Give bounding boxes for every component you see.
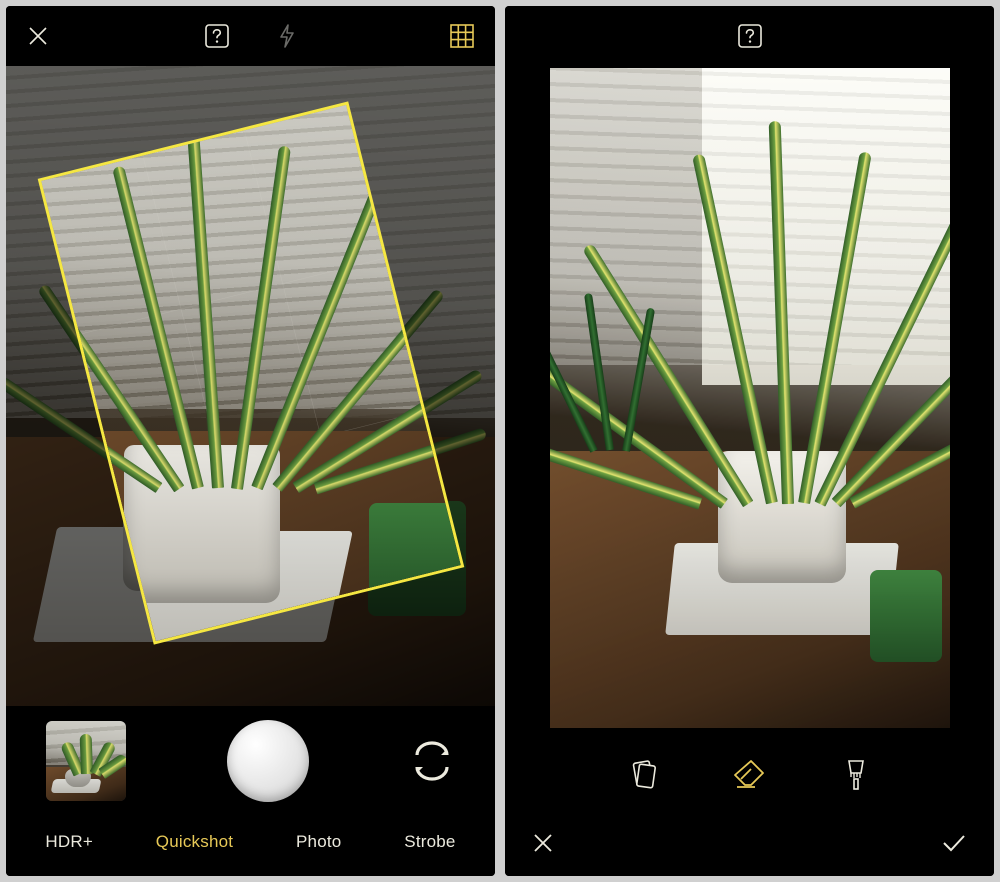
tool-brush-button[interactable] xyxy=(839,757,873,793)
grid-toggle-button[interactable] xyxy=(449,23,475,49)
photo-preview[interactable] xyxy=(505,66,994,730)
mode-hdr[interactable]: HDR+ xyxy=(45,832,93,852)
close-icon xyxy=(26,24,50,48)
switch-camera-button[interactable] xyxy=(409,741,455,781)
photo-edit-screen xyxy=(505,6,994,876)
card-stack-icon xyxy=(627,758,661,792)
mode-photo[interactable]: Photo xyxy=(296,832,341,852)
help-icon xyxy=(737,23,763,49)
help-button[interactable] xyxy=(204,23,230,49)
capture-controls: HDR+ Quickshot Photo Strobe xyxy=(6,706,495,876)
help-icon xyxy=(204,23,230,49)
grid-icon xyxy=(449,23,475,49)
top-toolbar xyxy=(505,6,994,66)
flash-button[interactable] xyxy=(276,23,298,49)
confirm-button[interactable] xyxy=(940,831,968,855)
mode-selector[interactable]: HDR+ Quickshot Photo Strobe xyxy=(6,816,495,876)
camera-capture-screen: HDR+ Quickshot Photo Strobe xyxy=(6,6,495,876)
confirm-bar xyxy=(505,820,994,876)
mode-quickshot[interactable]: Quickshot xyxy=(156,832,233,852)
preview-image xyxy=(550,68,950,728)
top-toolbar xyxy=(6,6,495,66)
switch-camera-icon xyxy=(409,741,455,781)
flash-icon xyxy=(276,23,298,49)
edit-toolbar xyxy=(505,730,994,820)
cancel-button[interactable] xyxy=(531,831,555,855)
check-icon xyxy=(940,831,968,855)
shutter-button[interactable] xyxy=(227,720,309,802)
eraser-icon xyxy=(731,757,769,793)
tool-cards-button[interactable] xyxy=(627,758,661,792)
mode-strobe[interactable]: Strobe xyxy=(404,832,455,852)
help-button[interactable] xyxy=(737,23,763,49)
brush-icon xyxy=(839,757,873,793)
camera-viewfinder[interactable] xyxy=(6,66,495,706)
last-photo-thumbnail[interactable] xyxy=(46,721,126,801)
close-button[interactable] xyxy=(26,24,50,48)
tool-eraser-button[interactable] xyxy=(731,757,769,793)
close-icon xyxy=(531,831,555,855)
